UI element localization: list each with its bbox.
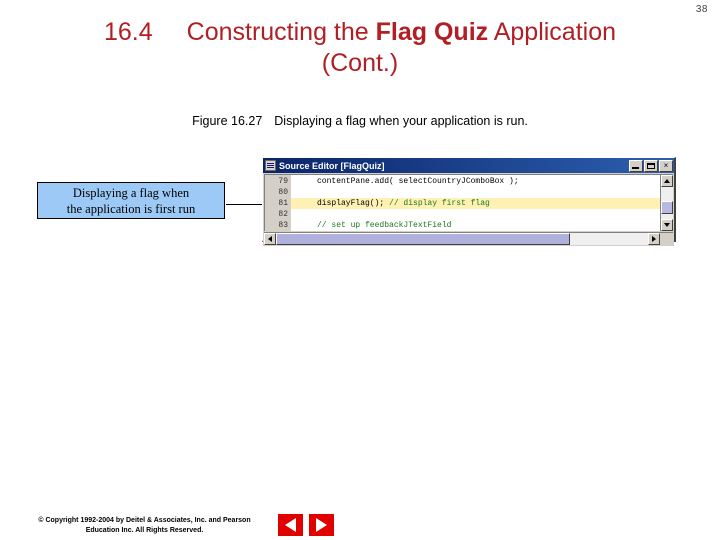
editor-body: 79 80 81 82 83 contentPane.add( selectCo… bbox=[263, 173, 674, 246]
maximize-button[interactable] bbox=[644, 159, 658, 172]
figure-caption-text: Displaying a flag when your application … bbox=[274, 114, 528, 128]
horizontal-scroll-track[interactable] bbox=[276, 233, 648, 245]
scroll-left-arrow-icon[interactable] bbox=[264, 233, 276, 245]
scroll-right-arrow-icon[interactable] bbox=[648, 233, 660, 245]
editor-titlebar[interactable]: Source Editor [FlagQuiz] × bbox=[263, 158, 674, 173]
copyright-notice: © Copyright 1992-2004 by Deitel & Associ… bbox=[12, 516, 277, 536]
title-text-strong: Flag Quiz bbox=[375, 18, 489, 46]
section-number: 16.4 bbox=[103, 18, 153, 46]
line-number: 79 bbox=[278, 177, 288, 186]
code-line-highlighted: displayFlag(); // display first flag bbox=[291, 198, 660, 209]
code-comment: // display first flag bbox=[389, 199, 490, 208]
scroll-down-arrow-icon[interactable] bbox=[661, 219, 673, 231]
navigation-buttons bbox=[278, 514, 334, 536]
vertical-scrollbar[interactable] bbox=[660, 175, 673, 231]
page-title: 16.4 Constructing the Flag Quiz Applicati… bbox=[60, 17, 660, 79]
code-line: // set up feedbackJTextField bbox=[291, 220, 660, 231]
figure-label: Figure 16.27 bbox=[192, 114, 263, 128]
title-text-pre: Constructing the bbox=[186, 18, 376, 46]
editor-content-area: 79 80 81 82 83 contentPane.add( selectCo… bbox=[264, 174, 673, 231]
callout-line-2: the application is first run bbox=[66, 201, 196, 216]
annotation-callout: Displaying a flag when the application i… bbox=[37, 182, 225, 219]
page-number: 38 bbox=[695, 4, 708, 15]
title-continuation: (Cont.) bbox=[321, 49, 399, 77]
previous-slide-button[interactable] bbox=[278, 514, 303, 536]
line-number: 82 bbox=[278, 210, 288, 219]
source-editor-window: Source Editor [FlagQuiz] × 79 80 81 82 8… bbox=[262, 157, 676, 246]
code-comment: // set up feedbackJTextField bbox=[317, 221, 452, 230]
code-text: displayFlag(); bbox=[317, 199, 390, 208]
copyright-line-1: © Copyright 1992-2004 by Deitel & Associ… bbox=[38, 517, 251, 524]
figure-caption: Figure 16.27 Displaying a flag when your … bbox=[60, 114, 660, 128]
line-number: 81 bbox=[278, 199, 288, 208]
close-button[interactable]: × bbox=[659, 159, 673, 172]
line-number-gutter: 79 80 81 82 83 bbox=[265, 175, 291, 231]
title-text-post: Application bbox=[488, 18, 617, 46]
vertical-scroll-thumb[interactable] bbox=[661, 201, 673, 214]
source-editor-icon bbox=[265, 160, 276, 171]
scroll-up-arrow-icon[interactable] bbox=[661, 175, 673, 187]
line-number: 80 bbox=[278, 188, 288, 197]
callout-connector-line bbox=[226, 204, 263, 205]
editor-title-text: Source Editor [FlagQuiz] bbox=[279, 160, 385, 171]
horizontal-scroll-thumb[interactable] bbox=[276, 233, 570, 245]
callout-line-1: Displaying a flag when bbox=[72, 185, 190, 200]
code-text: contentPane.add( selectCountryJComboBox … bbox=[317, 177, 519, 186]
copyright-line-2: Education Inc. All Rights Reserved. bbox=[85, 527, 204, 534]
scrollbar-corner bbox=[660, 233, 673, 245]
vertical-scroll-track[interactable] bbox=[661, 187, 673, 219]
next-slide-button[interactable] bbox=[309, 514, 334, 536]
line-number: 83 bbox=[278, 221, 288, 230]
code-line: contentPane.add( selectCountryJComboBox … bbox=[291, 176, 660, 187]
code-text-area[interactable]: contentPane.add( selectCountryJComboBox … bbox=[291, 175, 660, 231]
horizontal-scrollbar[interactable] bbox=[264, 232, 673, 245]
arrow-left-icon bbox=[285, 518, 296, 532]
minimize-button[interactable] bbox=[629, 159, 643, 172]
arrow-right-icon bbox=[316, 518, 327, 532]
